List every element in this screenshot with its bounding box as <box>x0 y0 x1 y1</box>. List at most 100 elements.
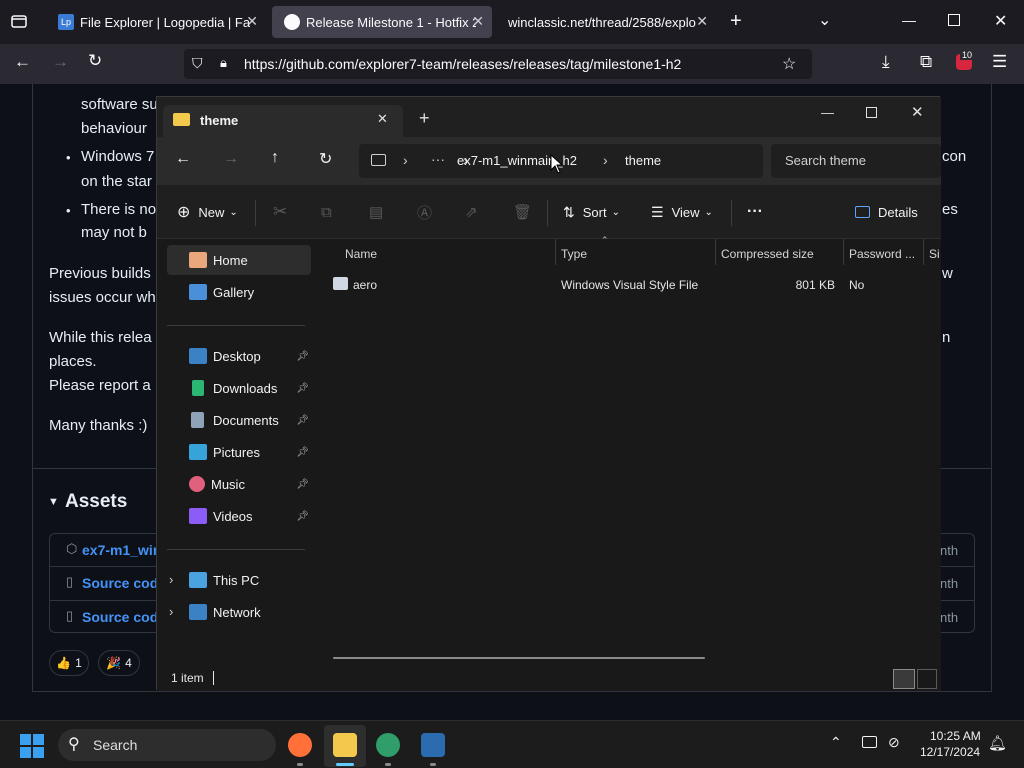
nav-item-pictures[interactable]: Pictures 📌︎ <box>167 437 311 467</box>
extensions-icon[interactable]: ⧉ <box>920 52 932 72</box>
column-header-size[interactable]: Si <box>929 239 941 269</box>
file-explorer-icon[interactable] <box>333 733 357 757</box>
reaction-button[interactable]: 👍 1 <box>49 650 89 676</box>
url-bar[interactable]: ⛉ 🔒︎ https://github.com/explorer7-team/r… <box>184 49 812 79</box>
pin-icon[interactable]: 📌︎ <box>296 447 309 458</box>
pin-icon[interactable]: 📌︎ <box>296 351 309 362</box>
back-arrow-icon[interactable]: ← <box>14 52 31 72</box>
tracking-shield-icon[interactable]: ⛉ <box>192 55 203 72</box>
nav-item-downloads[interactable]: Downloads 📌︎ <box>167 373 311 403</box>
more-locations-icon[interactable]: ··· <box>431 151 445 167</box>
bookmark-star-icon[interactable]: ☆ <box>782 54 796 74</box>
nav-item-this-pc[interactable]: › This PC <box>167 565 311 595</box>
refresh-icon[interactable]: ↻ <box>319 149 332 169</box>
asset-date: nth <box>940 610 959 625</box>
search-input[interactable]: Search theme <box>771 144 941 178</box>
new-button[interactable]: ⊕ New ⌄ <box>177 185 238 239</box>
nav-item-videos[interactable]: Videos 📌︎ <box>167 501 311 531</box>
pin-icon[interactable]: 📌︎ <box>296 383 309 394</box>
close-icon[interactable]: ✕ <box>911 103 924 121</box>
pin-icon[interactable]: 📌︎ <box>296 479 309 490</box>
chevron-up-icon[interactable]: ⌃ <box>830 734 842 751</box>
display-icon[interactable] <box>862 736 877 748</box>
pin-icon[interactable]: 📌︎ <box>296 511 309 522</box>
nav-item-gallery[interactable]: Gallery <box>167 277 311 307</box>
close-tab-icon[interactable]: ✕ <box>246 13 258 30</box>
new-tab-icon[interactable]: + <box>730 10 742 33</box>
download-icon[interactable]: ⤓ <box>882 52 890 72</box>
rename-icon[interactable]: Ⓐ <box>417 185 432 239</box>
clock-date[interactable]: 12/17/2024 <box>920 745 980 759</box>
paste-icon[interactable]: ▤ <box>369 185 383 239</box>
details-button[interactable]: Details <box>855 185 918 239</box>
forward-arrow-icon[interactable]: → <box>52 52 69 72</box>
taskbar-search[interactable]: ⚲ Search <box>58 729 276 761</box>
large-icons-view-icon[interactable] <box>917 669 937 689</box>
maximize-icon[interactable] <box>948 14 960 26</box>
column-header-password[interactable]: Password ... <box>849 239 921 269</box>
firefox-icon[interactable] <box>288 733 312 757</box>
horizontal-scrollbar[interactable] <box>333 657 705 659</box>
clock-time[interactable]: 10:25 AM <box>930 729 981 743</box>
table-row[interactable]: aero Windows Visual Style File 801 KB No <box>315 269 941 299</box>
column-header-type[interactable]: Type <box>561 239 711 269</box>
delete-icon[interactable]: 🗑︎ <box>513 185 532 239</box>
nav-item-music[interactable]: Music 📌︎ <box>167 469 311 499</box>
browser-tab[interactable]: Lp File Explorer | Logopedia | Fand ✕ <box>46 6 266 38</box>
expand-chevron-icon[interactable]: › <box>169 572 173 587</box>
view-button[interactable]: ☰ View ⌄ <box>651 185 713 239</box>
reload-icon[interactable]: ↻ <box>88 51 102 71</box>
caret-down-icon[interactable]: ▼ <box>48 496 59 508</box>
close-tab-icon[interactable]: ✕ <box>472 13 484 30</box>
sort-button[interactable]: ⇅ Sort ⌄ <box>563 185 620 239</box>
url-text[interactable]: https://github.com/explorer7-team/releas… <box>244 56 681 72</box>
column-divider[interactable] <box>715 239 716 265</box>
tab-list-icon[interactable] <box>10 12 28 30</box>
wifi-off-icon[interactable]: ⊘ <box>888 734 900 751</box>
column-divider[interactable] <box>555 239 556 265</box>
assets-heading[interactable]: Assets <box>65 491 127 513</box>
pin-icon[interactable]: 📌︎ <box>296 415 309 426</box>
close-tab-icon[interactable]: ✕ <box>377 111 388 127</box>
minimize-icon[interactable]: — <box>902 12 916 28</box>
start-windows-icon[interactable] <box>20 734 44 758</box>
bell-icon[interactable]: 🔔︎ <box>988 734 1007 752</box>
forward-arrow-icon[interactable]: → <box>223 150 239 168</box>
reaction-button[interactable]: 🎉 4 <box>98 650 140 676</box>
nav-item-documents[interactable]: Documents 📌︎ <box>167 405 311 435</box>
copy-icon[interactable]: ⧉ <box>321 185 332 239</box>
chevron-down-icon[interactable]: ⌄ <box>818 10 831 30</box>
up-arrow-icon[interactable]: ↑ <box>271 149 279 167</box>
app-icon[interactable] <box>421 733 445 757</box>
page-text: may not b <box>81 224 147 241</box>
asset-link[interactable]: Source code <box>82 575 166 591</box>
nav-item-network[interactable]: › Network <box>167 597 311 627</box>
details-label: Details <box>878 204 918 220</box>
asset-link[interactable]: Source code <box>82 609 166 625</box>
close-tab-icon[interactable]: ✕ <box>696 13 708 30</box>
share-icon[interactable]: ⇗ <box>465 185 478 239</box>
back-arrow-icon[interactable]: ← <box>175 150 191 168</box>
column-header-name[interactable]: Name <box>345 239 545 269</box>
browser-tab[interactable]: winclassic.net/thread/2588/explore ✕ <box>496 6 716 38</box>
menu-icon[interactable]: ☰ <box>992 52 1007 72</box>
more-options-icon[interactable]: ··· <box>747 185 763 239</box>
column-divider[interactable] <box>923 239 924 265</box>
column-header-compressed-size[interactable]: Compressed size <box>721 239 841 269</box>
new-tab-icon[interactable]: + <box>419 108 430 129</box>
browser-tab-active[interactable]: Release Milestone 1 - Hotfix 2 2 ✕ <box>272 6 492 38</box>
cut-icon[interactable]: ✂ <box>273 185 287 239</box>
box-border-right <box>991 84 992 692</box>
asset-link[interactable]: ex7-m1_win <box>82 542 161 558</box>
breadcrumb-item[interactable]: theme <box>625 153 661 168</box>
minimize-icon[interactable]: — <box>821 105 834 120</box>
app-icon[interactable] <box>376 733 400 757</box>
explorer-tab[interactable]: theme ✕ <box>163 105 403 137</box>
details-view-icon[interactable] <box>893 669 915 689</box>
column-divider[interactable] <box>843 239 844 265</box>
expand-chevron-icon[interactable]: › <box>169 604 173 619</box>
nav-item-desktop[interactable]: Desktop 📌︎ <box>167 341 311 371</box>
maximize-icon[interactable] <box>866 107 877 118</box>
close-icon[interactable]: ✕ <box>994 11 1007 31</box>
nav-item-home[interactable]: Home <box>167 245 311 275</box>
